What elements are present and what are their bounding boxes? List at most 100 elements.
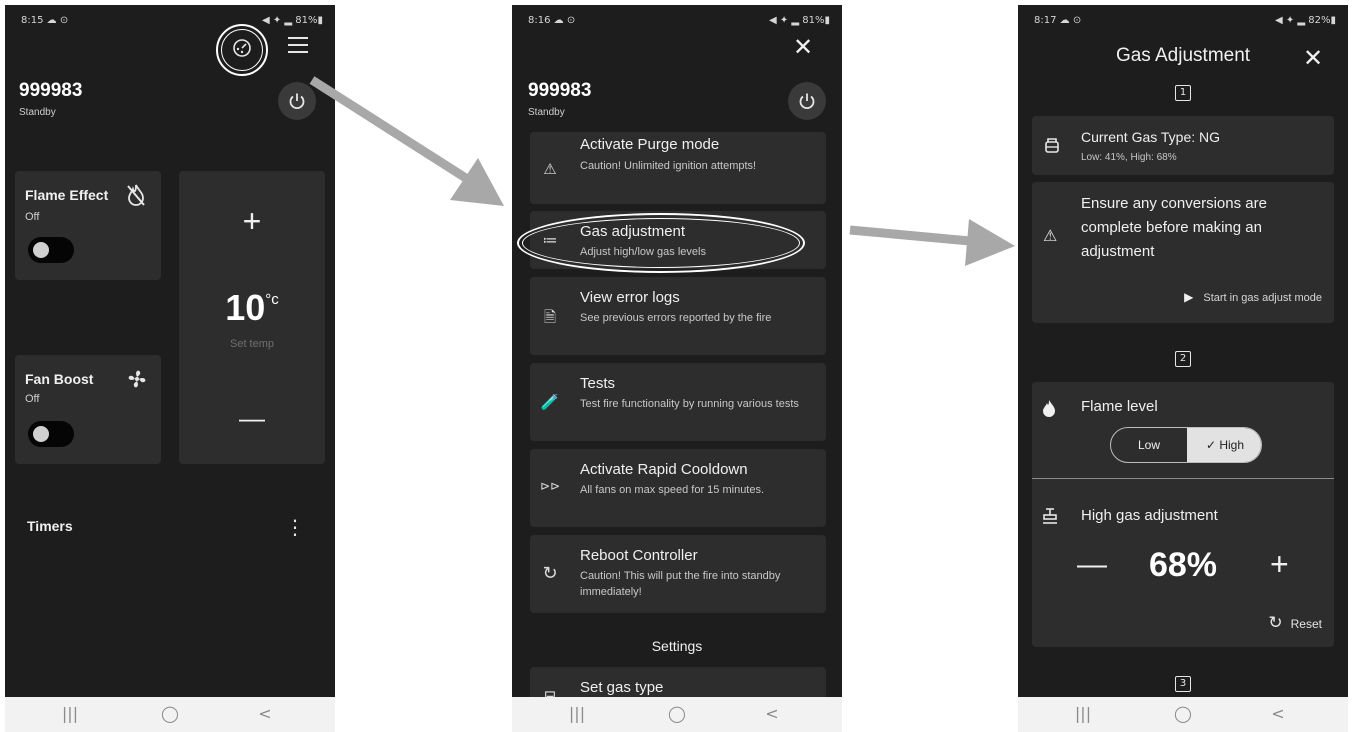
system-nav-bar: ||| ◯ < — [1018, 697, 1348, 732]
hamburger-menu-icon[interactable] — [286, 34, 310, 56]
play-icon: ▶ — [1184, 290, 1194, 304]
gas-value: 68% — [1148, 546, 1218, 584]
increase-button[interactable]: + — [1270, 546, 1289, 583]
segment-low[interactable]: Low — [1111, 428, 1187, 462]
status-indicators: ◀ ✦ ▂ 82%▮ — [1274, 15, 1336, 26]
system-nav-bar: ||| ◯ < — [512, 697, 842, 732]
temp-number: 10 — [225, 287, 266, 328]
menu-item-subtitle: Caution! This will put the fire into sta… — [580, 570, 781, 598]
phone-screen-menu: 8:16 ☁ ⊙ ◀ ✦ ▂ 81%▮ ✕ 999983 Standby ⚠ A… — [512, 5, 842, 732]
status-bar: 8:17 ☁ ⊙ ◀ ✦ ▂ 82%▮ — [1018, 5, 1348, 31]
temp-caption: Set temp — [229, 338, 275, 350]
refresh-icon: ↻ — [1268, 613, 1283, 632]
device-id: 999983 — [528, 80, 592, 101]
status-time: 8:16 ☁ ⊙ — [528, 15, 576, 26]
start-gas-adjust-mode-button[interactable]: ▶ Start in gas adjust mode — [1184, 290, 1322, 304]
menu-item-title: View error logs — [580, 289, 680, 306]
warning-icon: ⚠ — [543, 161, 557, 178]
system-nav-bar: ||| ◯ < — [5, 697, 335, 732]
recents-button[interactable]: ||| — [55, 704, 85, 723]
status-bar: 8:16 ☁ ⊙ ◀ ✦ ▂ 81%▮ — [512, 5, 842, 31]
status-time: 8:17 ☁ ⊙ — [1034, 15, 1082, 26]
step-1-badge: 1 — [1175, 85, 1191, 101]
start-mode-label: Start in gas adjust mode — [1203, 292, 1322, 304]
flame-effect-label: Flame Effect — [25, 187, 109, 203]
warning-text: Ensure any conversions are complete befo… — [1081, 195, 1267, 260]
fan-boost-state: Off — [25, 393, 40, 405]
high-gas-label: High gas adjustment — [1081, 507, 1218, 524]
flame-level-label: Flame level — [1081, 398, 1158, 415]
step-3-badge: 3 — [1175, 676, 1191, 692]
gas-bottle-icon — [1044, 136, 1060, 159]
back-button[interactable]: < — [1263, 704, 1293, 723]
temp-decrease-button[interactable]: — — [179, 403, 325, 434]
menu-item-tests[interactable]: 🧪 Tests Test fire functionality by runni… — [530, 363, 826, 441]
close-button[interactable]: ✕ — [793, 33, 813, 62]
flame-effect-toggle[interactable] — [28, 237, 74, 263]
back-button[interactable]: < — [250, 704, 280, 723]
fan-boost-toggle[interactable] — [28, 421, 74, 447]
home-button[interactable]: ◯ — [1168, 704, 1198, 723]
status-indicators: ◀ ✦ ▂ 81%▮ — [768, 15, 830, 26]
flow-arrow-1 — [309, 76, 504, 206]
menu-item-rapid-cooldown[interactable]: ⊳⊳ Activate Rapid Cooldown All fans on m… — [530, 449, 826, 527]
warning-icon: ⚠ — [1043, 228, 1058, 245]
power-icon — [799, 93, 815, 110]
status-indicators: ◀ ✦ ▂ 81%▮ — [261, 15, 323, 26]
settings-header: Settings — [651, 638, 703, 654]
menu-item-title: Set gas type — [580, 679, 664, 696]
gauge-icon[interactable] — [232, 38, 252, 58]
current-gas-card: Current Gas Type: NG Low: 41%, High: 68% — [1032, 116, 1334, 175]
step-2-badge: 2 — [1175, 351, 1191, 367]
flow-arrow-2 — [849, 219, 1015, 266]
temp-unit: °c — [265, 291, 279, 308]
home-button[interactable]: ◯ — [155, 704, 185, 723]
temp-value: 10°c — [179, 287, 325, 329]
page-title: Gas Adjustment — [1115, 45, 1251, 66]
flame-level-segmented-control: Low ✓ High — [1110, 427, 1262, 463]
current-gas-levels: Low: 41%, High: 68% — [1081, 152, 1177, 163]
fast-forward-icon: ⊳⊳ — [540, 479, 561, 493]
phone-screen-gas-adjustment: 8:17 ☁ ⊙ ◀ ✦ ▂ 82%▮ Gas Adjustment ✕ 1 C… — [1018, 5, 1348, 732]
menu-item-error-logs[interactable]: 🗎 View error logs See previous errors re… — [530, 277, 826, 355]
back-button[interactable]: < — [757, 704, 787, 723]
timers-more-button[interactable]: ⋮ — [285, 515, 305, 540]
device-state: Standby — [19, 107, 56, 118]
timers-label: Timers — [27, 518, 73, 534]
menu-item-subtitle: Test fire functionality by running vario… — [580, 398, 799, 410]
menu-item-title: Activate Rapid Cooldown — [580, 461, 748, 478]
test-tube-icon: 🧪 — [540, 394, 560, 411]
phone-screen-home: 8:15 ☁ ⊙ ◀ ✦ ▂ 81%▮ 999983 Standby Flame… — [5, 5, 335, 732]
reset-label: Reset — [1290, 617, 1322, 631]
flame-off-icon — [125, 183, 147, 212]
close-button[interactable]: ✕ — [1303, 44, 1323, 73]
flame-effect-state: Off — [25, 211, 40, 223]
refresh-icon: ↻ — [542, 563, 558, 583]
menu-item-purge-mode[interactable]: ⚠ Activate Purge mode Caution! Unlimited… — [530, 132, 826, 204]
menu-item-subtitle: Caution! Unlimited ignition attempts! — [580, 160, 757, 172]
fan-icon — [125, 367, 149, 396]
fan-boost-label: Fan Boost — [25, 371, 94, 387]
gas-valve-icon — [1042, 507, 1058, 530]
highlight-ellipse — [517, 213, 805, 273]
home-button[interactable]: ◯ — [662, 704, 692, 723]
current-gas-title: Current Gas Type: NG — [1081, 129, 1221, 145]
device-id: 999983 — [19, 80, 83, 101]
power-button[interactable] — [788, 82, 826, 120]
recents-button[interactable]: ||| — [1068, 704, 1098, 723]
menu-item-subtitle: All fans on max speed for 15 minutes. — [580, 484, 765, 496]
document-icon: 🗎 — [543, 309, 557, 326]
divider — [1032, 478, 1334, 479]
menu-item-title: Tests — [580, 375, 616, 392]
reset-button[interactable]: ↻ Reset — [1268, 613, 1322, 633]
menu-item-title: Activate Purge mode — [580, 136, 720, 153]
status-bar: 8:15 ☁ ⊙ ◀ ✦ ▂ 81%▮ — [5, 5, 335, 31]
flame-icon — [1042, 399, 1056, 422]
recents-button[interactable]: ||| — [562, 704, 592, 723]
fan-boost-card: Fan Boost Off — [15, 355, 161, 464]
menu-item-title: Reboot Controller — [580, 547, 698, 564]
warning-card: ⚠ Ensure any conversions are complete be… — [1032, 182, 1334, 323]
menu-item-reboot-controller[interactable]: ↻ Reboot Controller Caution! This will p… — [530, 535, 826, 613]
segment-high[interactable]: ✓ High — [1187, 428, 1261, 462]
menu-item-subtitle: See previous errors reported by the fire — [580, 312, 772, 324]
